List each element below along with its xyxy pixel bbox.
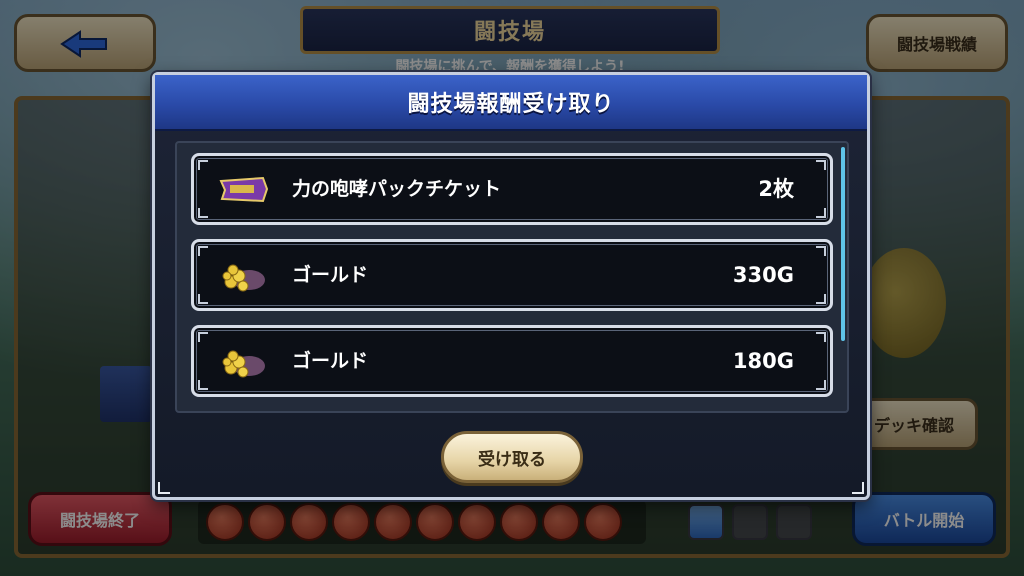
reward-name: ゴールド [292,350,369,372]
reward-row: 力の咆哮パックチケット 2枚 [191,153,833,225]
row-corner-ornament [198,332,208,342]
reward-name: 力の咆哮パックチケット [292,178,502,200]
modal-header: 闘技場報酬受け取り [155,75,867,131]
row-corner-ornament [816,246,826,256]
row-corner-ornament [198,160,208,170]
reward-row: ゴールド 330G [191,239,833,311]
reward-row: ゴールド 180G [191,325,833,397]
reward-list-scrollbar[interactable] [841,147,845,341]
row-corner-ornament [198,246,208,256]
receive-button-label: 受け取る [478,449,546,470]
row-corner-ornament [816,208,826,218]
reward-list[interactable]: 力の咆哮パックチケット 2枚 ゴールド 330G ゴールド 180G [175,141,849,413]
gold-pile-icon [218,342,270,382]
modal-corner-ornament [158,482,170,494]
row-corner-ornament [816,160,826,170]
ticket-icon [218,170,270,210]
row-corner-ornament [816,332,826,342]
reward-quantity: 180G [732,349,794,373]
receive-button[interactable]: 受け取る [441,431,583,483]
gold-pile-icon [218,256,270,296]
reward-name: ゴールド [292,264,369,286]
row-corner-ornament [198,380,208,390]
row-corner-ornament [198,294,208,304]
row-corner-ornament [198,208,208,218]
row-corner-ornament [816,294,826,304]
modal-corner-ornament [852,482,864,494]
row-corner-ornament [816,380,826,390]
reward-quantity: 2枚 [758,177,794,201]
reward-quantity: 330G [732,263,794,287]
reward-modal: 闘技場報酬受け取り 力の咆哮パックチケット 2枚 ゴールド 330G ゴールド … [152,72,870,500]
modal-title: 闘技場報酬受け取り [407,92,615,117]
